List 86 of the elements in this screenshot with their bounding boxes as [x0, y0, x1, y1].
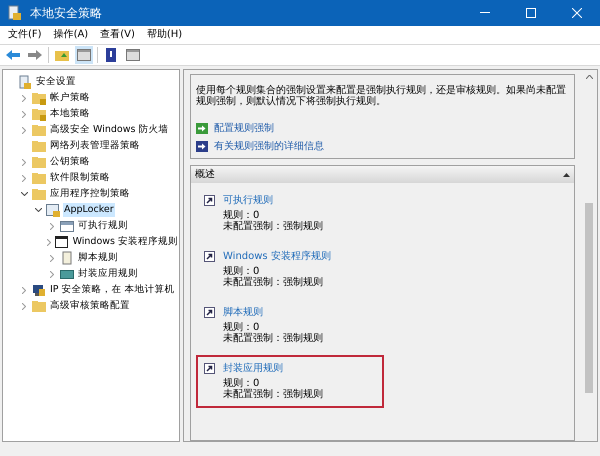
collapsed-chevron-icon[interactable] — [22, 174, 26, 182]
rule-count: 规则：0 — [223, 266, 260, 277]
tree-item[interactable]: 软件限制策略 — [49, 171, 111, 185]
shortcut-icon — [204, 251, 215, 262]
rule-count: 规则：0 — [223, 210, 260, 221]
tree-item[interactable]: 安全设置 — [35, 75, 77, 89]
tree-item[interactable]: 公钥策略 — [49, 155, 91, 169]
folder-icon — [32, 171, 46, 185]
tree-item[interactable]: 高级安全 Windows 防火墙 — [49, 123, 170, 137]
close-icon — [572, 8, 582, 18]
tree-item[interactable]: AppLocker — [63, 203, 115, 217]
menu-item[interactable]: 帮助(H) — [142, 27, 186, 43]
rule-link[interactable]: 脚本规则 — [223, 306, 323, 319]
document-lock-icon — [18, 75, 32, 89]
tree-item[interactable]: IP 安全策略，在 本地计算机 — [49, 283, 176, 297]
folder-icon — [32, 123, 46, 137]
scrollbar-thumb[interactable] — [585, 203, 593, 393]
collapsed-chevron-icon[interactable] — [22, 286, 26, 294]
pane-icon — [77, 49, 91, 61]
collapsed-chevron-icon[interactable] — [50, 222, 54, 230]
collapsed-chevron-icon[interactable] — [22, 302, 26, 310]
folder-icon — [32, 299, 46, 313]
enforcement-text: 未配置强制：强制规则 — [223, 221, 323, 232]
shortcut-icon — [204, 195, 215, 206]
tree-item[interactable]: 可执行规则 — [77, 219, 129, 233]
collapsed-chevron-icon[interactable] — [47, 238, 52, 246]
rule-link[interactable]: Windows 安装程序规则 — [223, 250, 331, 263]
enforcement-text: 未配置强制：强制规则 — [223, 333, 323, 344]
tree-item[interactable]: 封装应用规则 — [77, 267, 139, 281]
enforcement-text: 未配置强制：强制规则 — [223, 389, 323, 400]
tree-item[interactable]: Windows 安装程序规则 — [72, 235, 179, 249]
menu-item[interactable]: 查看(V) — [96, 27, 139, 43]
collapsed-chevron-icon[interactable] — [22, 158, 26, 166]
collapsed-chevron-icon[interactable] — [50, 270, 54, 278]
computer-lock-icon — [32, 283, 46, 297]
arrow-icon — [196, 123, 208, 134]
expanded-chevron-icon[interactable] — [34, 208, 42, 212]
expanded-chevron-icon[interactable] — [20, 192, 28, 196]
tree-item[interactable]: 脚本规则 — [77, 251, 119, 265]
menu-item[interactable]: 文件(F) — [4, 27, 46, 43]
forward-arrow-icon — [28, 50, 42, 60]
overview-header[interactable]: 概述 — [191, 166, 574, 183]
maximize-icon — [526, 8, 536, 18]
package-icon — [60, 267, 74, 281]
arrow-icon — [196, 141, 208, 152]
tree-item[interactable]: 本地策略 — [49, 107, 91, 121]
show-pane-button[interactable] — [75, 46, 93, 64]
action-pane-button[interactable] — [124, 46, 142, 64]
back-arrow-icon — [6, 50, 20, 60]
shortcut-icon — [204, 307, 215, 318]
folder-icon — [55, 49, 69, 61]
collapsed-chevron-icon[interactable] — [22, 126, 26, 134]
description-text: 使用每个规则集合的强制设置来配置是强制执行规则，还是审核规则。如果尚未配置规则强制，则默认情况下将强制执行规则。 — [196, 85, 567, 107]
shortcut-icon — [204, 363, 215, 374]
section-title: 概述 — [195, 168, 215, 182]
rule-count: 规则：0 — [223, 378, 260, 389]
app-icon — [8, 5, 22, 21]
folder-icon — [32, 139, 46, 153]
collapsed-chevron-icon[interactable] — [22, 94, 26, 102]
folder-icon — [32, 155, 46, 169]
script-icon — [60, 251, 74, 265]
rule-link[interactable]: 可执行规则 — [223, 194, 323, 207]
table-icon — [60, 219, 74, 233]
pane-icon — [126, 49, 140, 61]
tree-item[interactable]: 高级审核策略配置 — [49, 299, 131, 313]
menu-item[interactable]: 操作(A) — [50, 27, 92, 43]
tree-item[interactable]: 网络列表管理器策略 — [49, 139, 141, 153]
scroll-up-icon — [586, 75, 592, 79]
collapsed-chevron-icon[interactable] — [50, 254, 54, 262]
locked-folder-icon — [32, 107, 46, 121]
locked-folder-icon — [32, 91, 46, 105]
window-lock-icon — [46, 203, 60, 217]
folder-icon — [32, 187, 46, 201]
tree-item[interactable]: 帐户策略 — [49, 91, 91, 105]
window-title: 本地安全策略 — [30, 5, 102, 22]
window-icon — [54, 235, 69, 249]
collapsed-chevron-icon[interactable] — [22, 110, 26, 118]
enforcement-text: 未配置强制：强制规则 — [223, 277, 324, 288]
scrollbar[interactable] — [581, 70, 597, 441]
link[interactable]: 有关规则强制的详细信息 — [214, 139, 324, 154]
help-book-icon — [106, 48, 116, 62]
link[interactable]: 配置规则强制 — [214, 121, 274, 136]
rule-count: 规则：0 — [223, 322, 260, 333]
minimize-icon — [480, 12, 490, 14]
rule-link[interactable]: 封装应用规则 — [223, 362, 323, 375]
tree-item[interactable]: 应用程序控制策略 — [49, 187, 131, 201]
